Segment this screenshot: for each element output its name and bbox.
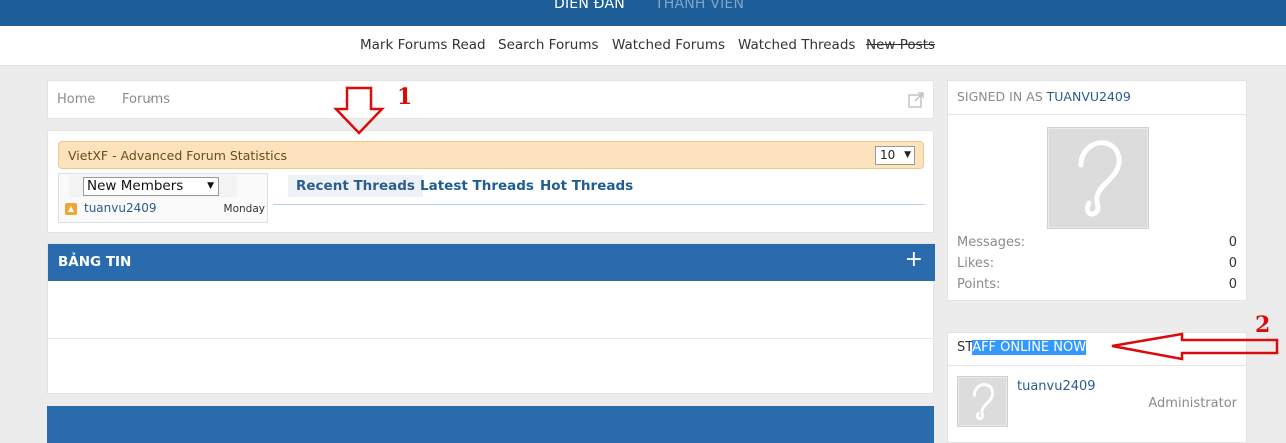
annotation-label-1: 1 [397, 84, 413, 110]
left-arrow-icon [1111, 332, 1279, 361]
annotation-overlay [333, 86, 1279, 361]
down-arrow-icon [333, 86, 385, 135]
annotation-label-2: 2 [1255, 312, 1271, 338]
